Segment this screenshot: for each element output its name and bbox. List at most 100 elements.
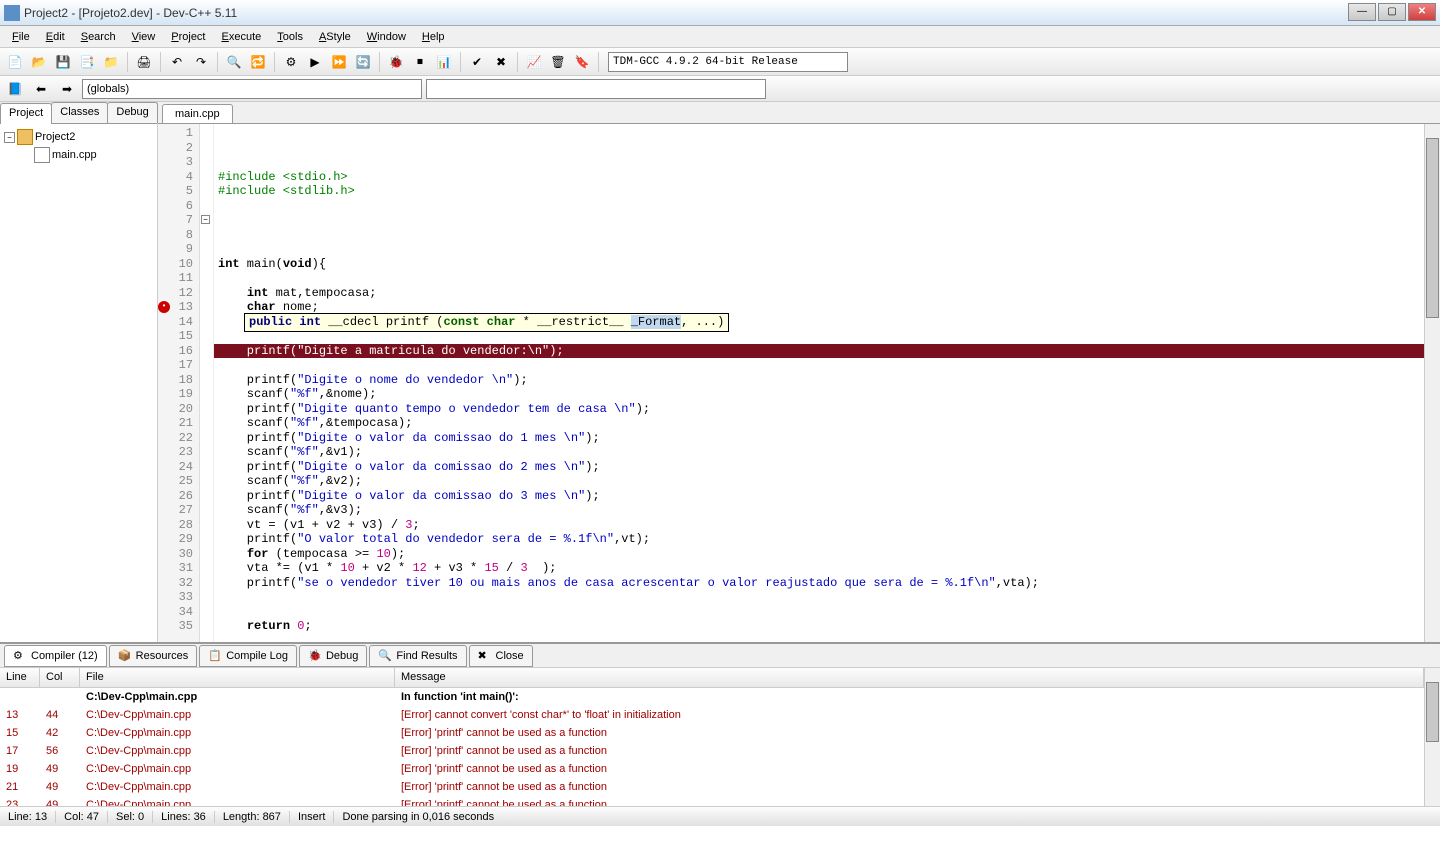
code-line[interactable]: printf("Digite quanto tempo o vendedor t… — [214, 402, 1424, 417]
output-scrollbar[interactable] — [1424, 668, 1440, 806]
menu-help[interactable]: Help — [414, 29, 453, 45]
project-tree[interactable]: − Project2 main.cpp — [0, 124, 157, 642]
code-line[interactable]: vta *= (v1 * 10 + v2 * 12 + v3 * 15 / 3 … — [214, 561, 1424, 576]
menu-execute[interactable]: Execute — [214, 29, 270, 45]
redo-button[interactable] — [190, 51, 212, 73]
error-row[interactable]: 1344C:\Dev-Cpp\main.cpp[Error] cannot co… — [0, 706, 1424, 724]
menu-search[interactable]: Search — [73, 29, 124, 45]
compiler-output[interactable]: LineColFileMessage C:\Dev-Cpp\main.cppIn… — [0, 668, 1440, 806]
code-line[interactable]: printf("Digite o valor da comissao do 2 … — [214, 460, 1424, 475]
code-line[interactable] — [214, 358, 1424, 373]
code-line[interactable] — [214, 213, 1424, 228]
function-selector[interactable] — [426, 79, 766, 99]
save-button[interactable] — [52, 51, 74, 73]
code-line[interactable]: int main(void){ — [214, 257, 1424, 272]
maximize-button[interactable]: ▢ — [1378, 3, 1406, 21]
syntax-check-button[interactable] — [466, 51, 488, 73]
menu-tools[interactable]: Tools — [269, 29, 311, 45]
error-row[interactable]: 1949C:\Dev-Cpp\main.cpp[Error] 'printf' … — [0, 760, 1424, 778]
code-line[interactable]: printf("se o vendedor tiver 10 ou mais a… — [214, 576, 1424, 591]
editor-scrollbar[interactable] — [1424, 124, 1440, 642]
clean-button[interactable] — [490, 51, 512, 73]
code-line[interactable]: scanf("%f",&v2); — [214, 474, 1424, 489]
error-row[interactable]: 1542C:\Dev-Cpp\main.cpp[Error] 'printf' … — [0, 724, 1424, 742]
menu-astyle[interactable]: AStyle — [311, 29, 359, 45]
stop-button[interactable] — [409, 51, 431, 73]
goto-breakpoint-button[interactable]: 🔖 — [571, 51, 593, 73]
replace-button[interactable] — [247, 51, 269, 73]
open-button[interactable] — [28, 51, 50, 73]
scope-selector[interactable] — [82, 79, 422, 99]
compile-button[interactable] — [280, 51, 302, 73]
menu-file[interactable]: File — [4, 29, 38, 45]
save-all-button[interactable] — [76, 51, 98, 73]
error-row[interactable]: 2149C:\Dev-Cpp\main.cpp[Error] 'printf' … — [0, 778, 1424, 796]
profile-button[interactable] — [433, 51, 455, 73]
code-line[interactable] — [214, 590, 1424, 605]
error-header-line[interactable]: Line — [0, 668, 40, 687]
code-line[interactable]: #include <stdio.h> — [214, 170, 1424, 185]
print-button[interactable] — [133, 51, 155, 73]
fold-column[interactable]: − — [200, 124, 214, 642]
code-line[interactable] — [214, 228, 1424, 243]
bottom-tab-debug[interactable]: 🐞Debug — [299, 645, 367, 667]
project-root-node[interactable]: − Project2 — [4, 128, 153, 146]
error-header-col[interactable]: Col — [40, 668, 80, 687]
code-line[interactable] — [214, 271, 1424, 286]
compiler-selector[interactable] — [608, 52, 848, 72]
find-button[interactable] — [223, 51, 245, 73]
bottom-tab-find-results[interactable]: 🔍Find Results — [369, 645, 466, 667]
rebuild-button[interactable] — [352, 51, 374, 73]
bottom-tab-close[interactable]: ✖Close — [469, 645, 533, 667]
error-header-file[interactable]: File — [80, 668, 395, 687]
code-line[interactable]: scanf("%f",&tempocasa); — [214, 416, 1424, 431]
code-line[interactable] — [214, 634, 1424, 643]
run-button[interactable] — [304, 51, 326, 73]
profile-analysis-button[interactable]: 📈 — [523, 51, 545, 73]
error-row[interactable]: 2349C:\Dev-Cpp\main.cpp[Error] 'printf' … — [0, 796, 1424, 806]
code-line[interactable]: vt = (v1 + v2 + v3) / 3; — [214, 518, 1424, 533]
new-file-button[interactable] — [4, 51, 26, 73]
code-line[interactable]: scanf("%f",&v1); — [214, 445, 1424, 460]
nav-forward-button[interactable] — [56, 78, 78, 100]
expand-icon[interactable]: − — [4, 132, 15, 143]
code-line[interactable]: return 0; — [214, 619, 1424, 634]
code-line[interactable] — [214, 199, 1424, 214]
menu-project[interactable]: Project — [163, 29, 213, 45]
code-line[interactable]: scanf("%f",&v3); — [214, 503, 1424, 518]
bookmark-button[interactable] — [4, 78, 26, 100]
code-line[interactable]: printf("Digite a matricula do vendedor:\… — [214, 344, 1424, 359]
bottom-tab-compiler-[interactable]: ⚙Compiler (12) — [4, 645, 107, 667]
code-line[interactable] — [214, 242, 1424, 257]
code-line[interactable]: printf("Digite o valor da comissao do 1 … — [214, 431, 1424, 446]
code-line[interactable]: int mat,tempocasa; — [214, 286, 1424, 301]
nav-back-button[interactable] — [30, 78, 52, 100]
save-project-button[interactable]: 📁 — [100, 51, 122, 73]
code-line[interactable] — [214, 605, 1424, 620]
menu-view[interactable]: View — [124, 29, 164, 45]
undo-button[interactable] — [166, 51, 188, 73]
project-file-node[interactable]: main.cpp — [4, 146, 153, 164]
delete-profiling-button[interactable] — [547, 51, 569, 73]
code-line[interactable]: scanf("%f",&nome); — [214, 387, 1424, 402]
compile-run-button[interactable] — [328, 51, 350, 73]
code-line[interactable]: #include <stdlib.h> — [214, 184, 1424, 199]
bottom-tab-resources[interactable]: 📦Resources — [109, 645, 198, 667]
menu-window[interactable]: Window — [359, 29, 414, 45]
code-line[interactable]: for (tempocasa >= 10); — [214, 547, 1424, 562]
scrollbar-thumb[interactable] — [1426, 138, 1439, 318]
code-line[interactable]: printf("Digite o valor da comissao do 3 … — [214, 489, 1424, 504]
editor-tab[interactable]: main.cpp — [162, 104, 233, 123]
error-row[interactable]: C:\Dev-Cpp\main.cppIn function 'int main… — [0, 688, 1424, 706]
menu-edit[interactable]: Edit — [38, 29, 73, 45]
close-button[interactable]: ✕ — [1408, 3, 1436, 21]
debug-button[interactable] — [385, 51, 407, 73]
code-editor[interactable]: 12345678910111213•1415161718192021222324… — [158, 124, 1440, 642]
code-line[interactable]: printf("Digite o nome do vendedor \n"); — [214, 373, 1424, 388]
left-tab-classes[interactable]: Classes — [51, 102, 108, 123]
left-tab-project[interactable]: Project — [0, 103, 52, 124]
left-tab-debug[interactable]: Debug — [107, 102, 157, 123]
bottom-tab-compile-log[interactable]: 📋Compile Log — [199, 645, 297, 667]
minimize-button[interactable]: — — [1348, 3, 1376, 21]
error-header-message[interactable]: Message — [395, 668, 1424, 687]
